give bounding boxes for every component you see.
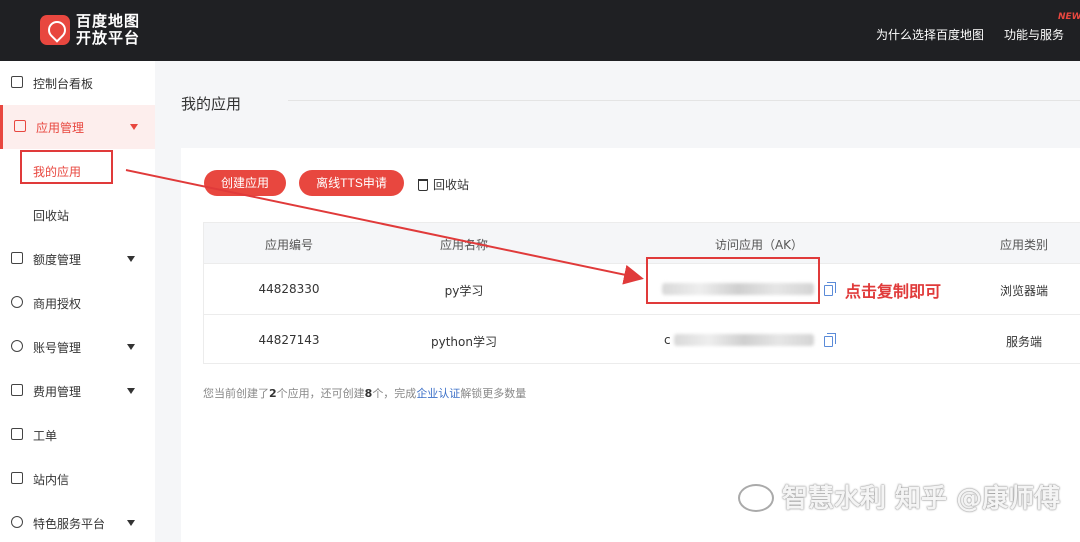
app-id: 44827143 <box>258 333 320 347</box>
chevron-down-icon <box>127 344 135 350</box>
top-bar: 百度地图 开放平台 为什么选择百度地图 功能与服务 NEW <box>0 0 1080 61</box>
table-header: 应用编号 应用名称 访问应用（AK） 应用类别 <box>204 223 1080 263</box>
wallet-icon <box>11 384 23 396</box>
nav-functions-services[interactable]: 功能与服务 <box>1004 26 1064 43</box>
ak-prefix: c <box>664 333 671 347</box>
table-row: 44828330 py学习 浏览器端 <box>204 263 1080 314</box>
page-title: 我的应用 <box>181 95 242 113</box>
heart-shield-icon <box>11 516 23 528</box>
sliders-icon <box>11 252 23 264</box>
copy-icon[interactable] <box>824 282 836 296</box>
mail-icon <box>11 472 23 484</box>
sidebar-item-special-services[interactable]: 特色服务平台 <box>0 501 155 542</box>
sidebar-subitem-recycle-bin[interactable]: 回收站 <box>33 207 69 224</box>
annotation-copy-note: 点击复制即可 <box>845 282 942 301</box>
wechat-icon <box>738 484 774 512</box>
sidebar-item-commercial-auth[interactable]: 商用授权 <box>0 281 155 325</box>
annotation-box-my-apps <box>20 150 113 184</box>
clipboard-icon <box>11 428 23 440</box>
sidebar: 控制台看板 应用管理 我的应用 回收站 额度管理 商用授权 账号管理 费用管理 … <box>0 61 155 542</box>
baidu-logo-icon[interactable] <box>40 15 70 45</box>
user-icon <box>11 340 23 352</box>
nav-why-baidu[interactable]: 为什么选择百度地图 <box>876 26 984 43</box>
chevron-down-icon <box>127 256 135 262</box>
app-name: py学习 <box>444 284 484 298</box>
sidebar-item-dashboard[interactable]: 控制台看板 <box>0 61 155 105</box>
apps-table: 应用编号 应用名称 访问应用（AK） 应用类别 44828330 py学习 浏览… <box>203 222 1080 364</box>
new-badge: NEW <box>1058 12 1080 22</box>
copy-icon[interactable] <box>824 333 836 347</box>
app-id: 44828330 <box>258 282 320 296</box>
offline-tts-button[interactable]: 离线TTS申请 <box>299 170 404 196</box>
header-app-id: 应用编号 <box>264 238 313 252</box>
quota-footnote: 您当前创建了2个应用，还可创建8个，完成企业认证解锁更多数量 <box>203 387 527 400</box>
watermark: 智慧水利 知乎 @康师傅 <box>782 484 1061 514</box>
trash-icon <box>418 179 428 191</box>
sidebar-item-app-manage[interactable]: 应用管理 <box>0 105 155 149</box>
dashboard-icon <box>11 76 23 88</box>
chevron-down-icon <box>127 388 135 394</box>
logo-text[interactable]: 百度地图 开放平台 <box>76 13 142 47</box>
app-name: python学习 <box>431 335 497 349</box>
header-app-name: 应用名称 <box>439 238 488 252</box>
shield-check-icon <box>11 296 23 308</box>
sidebar-item-quota[interactable]: 额度管理 <box>0 237 155 281</box>
sidebar-item-account[interactable]: 账号管理 <box>0 325 155 369</box>
chevron-down-icon <box>130 124 138 130</box>
table-row: 44827143 python学习 c 服务端 <box>204 314 1080 365</box>
chevron-down-icon <box>127 520 135 526</box>
divider <box>288 100 1080 101</box>
recycle-bin-link[interactable]: 回收站 <box>418 176 469 193</box>
enterprise-cert-link[interactable]: 企业认证 <box>416 387 460 400</box>
create-app-button[interactable]: 创建应用 <box>204 170 286 196</box>
header-app-type: 应用类别 <box>999 238 1048 252</box>
header-ak: 访问应用（AK） <box>714 238 804 252</box>
app-type: 浏览器端 <box>999 284 1048 298</box>
app-type: 服务端 <box>1005 335 1042 349</box>
sidebar-item-ticket[interactable]: 工单 <box>0 413 155 457</box>
sidebar-item-billing[interactable]: 费用管理 <box>0 369 155 413</box>
grid-icon <box>14 120 26 132</box>
sidebar-item-messages[interactable]: 站内信 <box>0 457 155 501</box>
annotation-box-ak <box>646 257 820 304</box>
ak-value-masked[interactable] <box>674 334 814 346</box>
